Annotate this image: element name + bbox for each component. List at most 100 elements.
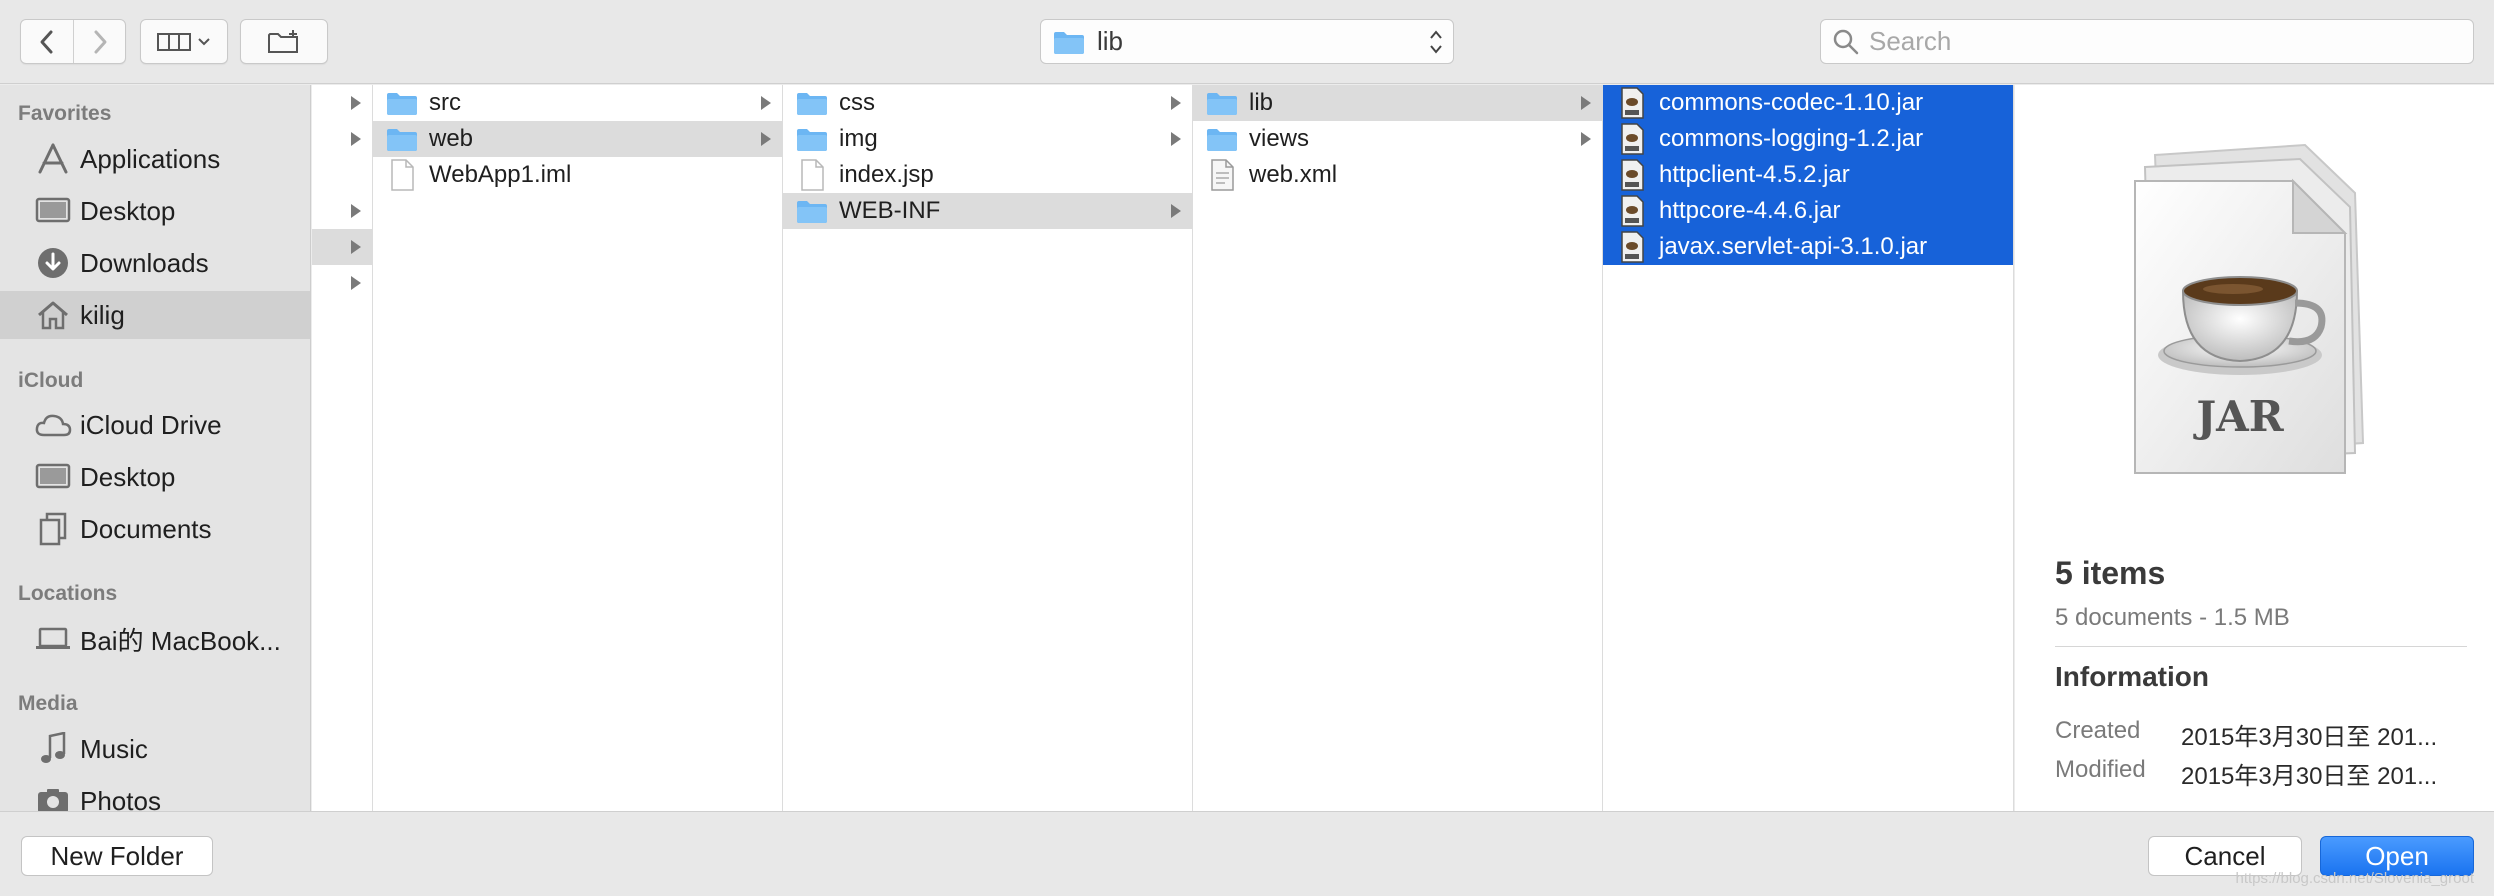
home-icon	[34, 296, 72, 334]
xml-file-icon	[1205, 159, 1239, 191]
new-folder-toolbar-button[interactable]	[240, 19, 328, 64]
folder-icon	[1054, 31, 1084, 54]
disclosure-arrow-icon	[351, 276, 361, 290]
list-item-httpclient[interactable]: httpclient-4.5.2.jar	[1603, 157, 2013, 193]
disclosure-arrow-icon	[351, 204, 361, 218]
applications-icon	[34, 140, 72, 178]
list-item-views[interactable]: views	[1193, 121, 1602, 157]
list-item-img[interactable]: img	[783, 121, 1192, 157]
list-item[interactable]	[312, 265, 372, 301]
sidebar-item-kilig[interactable]: kilig	[0, 291, 310, 339]
item-name: WebApp1.iml	[429, 161, 572, 188]
list-item[interactable]	[312, 229, 372, 265]
list-item-web-xml[interactable]: web.xml	[1193, 157, 1602, 193]
item-name: web	[429, 125, 474, 152]
sidebar-item-macbook[interactable]: Bai的 MacBook...	[0, 615, 310, 663]
list-item-index-jsp[interactable]: index.jsp	[783, 157, 1192, 193]
new-folder-icon	[268, 29, 298, 53]
sidebar-item-downloads[interactable]: Downloads	[0, 239, 310, 287]
watermark: https://blog.csdn.net/Slovenia_groot	[2235, 870, 2475, 887]
sidebar-item-label: kilig	[80, 299, 125, 330]
document-icon	[795, 159, 829, 191]
jar-file-icon	[1615, 231, 1649, 263]
photos-icon	[34, 782, 72, 811]
folder-icon	[795, 87, 829, 119]
sidebar-item-applications[interactable]: Applications	[0, 135, 310, 183]
list-item-web-inf[interactable]: WEB-INF	[783, 193, 1192, 229]
sidebar-item-music[interactable]: Music	[0, 725, 310, 773]
path-popup[interactable]: lib	[1040, 19, 1454, 64]
disclosure-arrow-icon	[351, 132, 361, 146]
chevron-right-icon	[94, 30, 106, 53]
toolbar: lib	[0, 0, 2494, 84]
item-name: javax.servlet-api-3.1.0.jar	[1659, 233, 1928, 260]
back-forward-buttons	[20, 19, 126, 64]
item-name: img	[839, 125, 878, 152]
search-input[interactable]	[1869, 26, 2449, 57]
list-item-webapp1-iml[interactable]: WebApp1.iml	[373, 157, 782, 193]
sidebar-item-label: Music	[80, 733, 148, 764]
sidebar-item-label: Photos	[80, 785, 161, 812]
folder-icon	[385, 123, 419, 155]
jar-file-icon	[1615, 123, 1649, 155]
list-item[interactable]	[312, 193, 372, 229]
item-name: WEB-INF	[839, 197, 941, 224]
column-3: lib views web.xml	[1193, 85, 1603, 811]
sidebar-item-label: Applications	[80, 143, 221, 174]
folder-icon	[1205, 87, 1239, 119]
sidebar-item-icloud-desktop[interactable]: Desktop	[0, 453, 310, 501]
document-icon	[385, 159, 419, 191]
disclosure-arrow-icon	[1581, 132, 1591, 146]
icloud-icon	[34, 406, 72, 444]
sidebar-item-label: Desktop	[80, 195, 176, 226]
chevron-down-icon	[198, 37, 210, 45]
disclosure-arrow-icon	[1581, 96, 1591, 110]
forward-button[interactable]	[73, 20, 125, 63]
selection-count: 5 items	[2055, 555, 2166, 591]
back-button[interactable]	[21, 20, 73, 63]
list-item[interactable]	[312, 85, 372, 121]
list-item-css[interactable]: css	[783, 85, 1192, 121]
column-view-icon	[157, 32, 191, 51]
column-2: css img index.jsp WEB-INF	[783, 85, 1193, 811]
created-label: Created	[2055, 717, 2141, 744]
list-item-web[interactable]: web	[373, 121, 782, 157]
sidebar-header-media: Media	[18, 692, 78, 715]
column-parent	[312, 85, 373, 811]
list-item-lib[interactable]: lib	[1193, 85, 1602, 121]
created-value: 2015年3月30日至 201...	[2181, 724, 2438, 751]
documents-icon	[34, 510, 72, 548]
sidebar-header-locations: Locations	[18, 582, 118, 605]
search-field[interactable]	[1820, 19, 2474, 64]
list-item-javax-servlet[interactable]: javax.servlet-api-3.1.0.jar	[1603, 229, 2013, 265]
disclosure-arrow-icon	[761, 96, 771, 110]
search-icon	[1833, 29, 1859, 54]
item-name: css	[839, 89, 875, 116]
desktop-icon	[34, 192, 72, 230]
jar-document-stack-icon: JAR	[2134, 143, 2365, 474]
jar-file-icon	[1615, 195, 1649, 227]
list-item[interactable]	[312, 121, 372, 157]
sidebar-item-icloud-drive[interactable]: iCloud Drive	[0, 401, 310, 449]
downloads-icon	[34, 244, 72, 282]
folder-icon	[1205, 123, 1239, 155]
laptop-icon	[34, 620, 72, 658]
item-name: index.jsp	[839, 161, 934, 188]
item-name: httpcore-4.4.6.jar	[1659, 197, 1841, 224]
desktop-icon	[34, 458, 72, 496]
sidebar-header-favorites: Favorites	[18, 102, 112, 125]
column-browser: src web WebApp1.iml css img index.jsp WE…	[312, 85, 2014, 811]
preview-pane: JAR 5 items 5 documents - 1.5 MB Informa…	[2015, 85, 2494, 811]
view-mode-button[interactable]	[140, 19, 228, 64]
sidebar-item-documents[interactable]: Documents	[0, 505, 310, 553]
jar-label: JAR	[2192, 392, 2284, 441]
sidebar-item-label: Desktop	[80, 461, 176, 492]
list-item-commons-logging[interactable]: commons-logging-1.2.jar	[1603, 121, 2013, 157]
list-item-httpcore[interactable]: httpcore-4.4.6.jar	[1603, 193, 2013, 229]
sidebar-item-photos[interactable]: Photos	[0, 777, 310, 811]
new-folder-button[interactable]: New Folder	[21, 836, 213, 876]
list-item-src[interactable]: src	[373, 85, 782, 121]
sidebar-item-desktop[interactable]: Desktop	[0, 187, 310, 235]
list-item-commons-codec[interactable]: commons-codec-1.10.jar	[1603, 85, 2013, 121]
music-icon	[34, 730, 72, 768]
